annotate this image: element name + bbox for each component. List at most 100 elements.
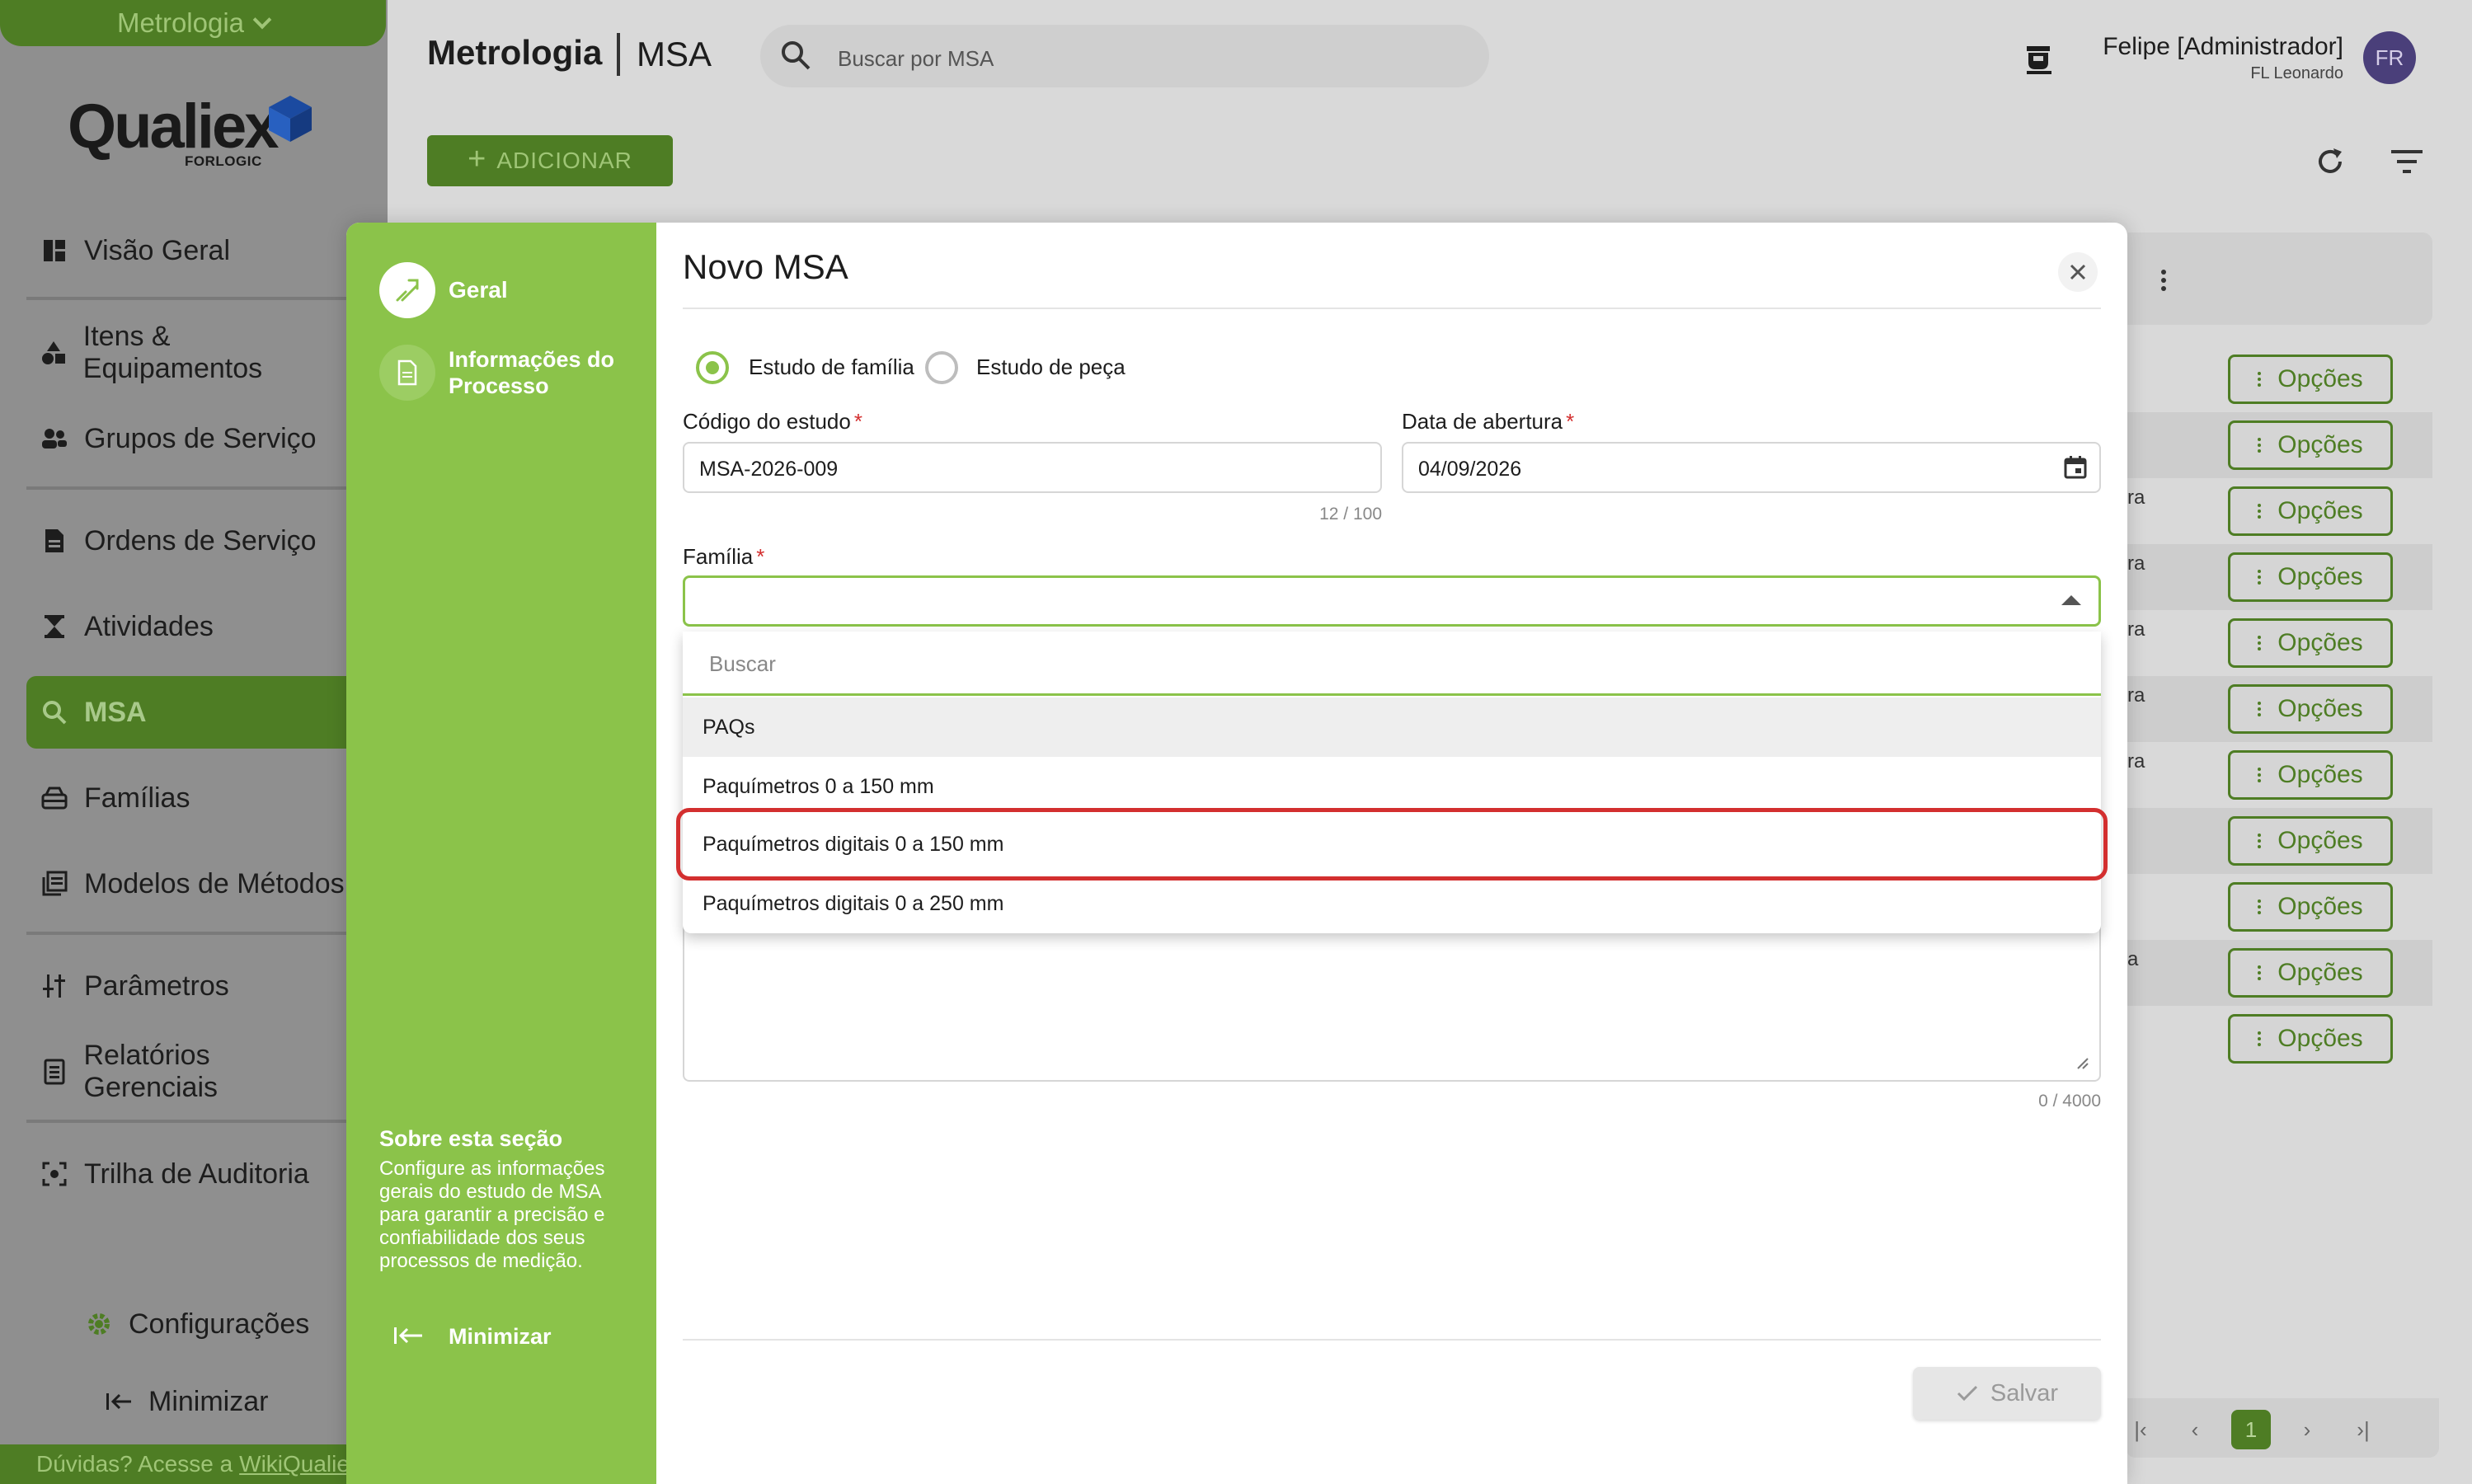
last-page-icon[interactable]: ›| <box>2343 1410 2383 1449</box>
options-button[interactable]: Opções <box>2228 420 2393 470</box>
family-select[interactable] <box>683 575 2101 627</box>
library-icon <box>40 869 69 899</box>
required-mark: * <box>853 409 862 434</box>
required-mark: * <box>1566 409 1575 434</box>
sidebar-item-label: Atividades <box>84 610 214 642</box>
add-button-label: ADICIONAR <box>496 148 632 173</box>
search-input[interactable] <box>836 41 1417 76</box>
divider <box>26 486 348 490</box>
cell-fragment: a <box>2127 948 2139 970</box>
options-label: Opções <box>2277 629 2363 656</box>
help-bar: Dúvidas? Acesse a WikiQualiex <box>0 1444 388 1484</box>
divider <box>683 1339 2101 1341</box>
add-button[interactable]: + ADICIONAR <box>427 135 673 186</box>
sidebar-item-itens-equipamentos[interactable]: Itens & Equipamentos <box>26 317 348 389</box>
divider <box>26 1120 348 1123</box>
cell-fragment: ra <box>2127 486 2145 509</box>
sidebar-item-label: Itens & Equipamentos <box>82 321 263 384</box>
search-icon <box>782 41 811 70</box>
options-button[interactable]: Opções <box>2228 684 2393 734</box>
more-vertical-icon[interactable] <box>2159 269 2169 292</box>
sidebar-item-label: Modelos de Métodos <box>84 867 345 899</box>
sliders-icon <box>40 971 69 1001</box>
refresh-icon[interactable] <box>2312 143 2348 180</box>
sidebar-item-atividades[interactable]: Atividades <box>26 590 348 663</box>
sidebar-item-grupos-servico[interactable]: Grupos de Serviço <box>26 402 348 475</box>
options-button[interactable]: Opções <box>2228 355 2393 404</box>
options-button[interactable]: Opções <box>2228 816 2393 866</box>
options-button[interactable]: Opções <box>2228 618 2393 668</box>
sidebar-item-label: Ordens de Serviço <box>84 524 317 556</box>
more-vertical-icon <box>2258 834 2262 848</box>
resize-grip-icon[interactable] <box>2076 1057 2089 1070</box>
filter-icon[interactable] <box>2390 147 2424 176</box>
breadcrumb-app: Metrologia <box>427 33 603 72</box>
dropdown-option[interactable]: PAQs <box>683 697 2101 757</box>
radio-estudo-peca-label[interactable]: Estudo de peça <box>976 355 1126 380</box>
next-page-icon[interactable]: › <box>2287 1410 2327 1449</box>
step-geral-icon[interactable] <box>379 262 435 318</box>
sidebar-item-familias[interactable]: Famílias <box>26 762 348 834</box>
logo-text: Qualiex <box>68 92 280 162</box>
date-label: Data de abertura * <box>1402 409 1574 434</box>
more-vertical-icon <box>2258 965 2262 980</box>
code-field[interactable] <box>683 442 1382 493</box>
cell-fragment: ra <box>2127 750 2145 773</box>
options-button[interactable]: Opções <box>2228 750 2393 800</box>
about-section-text: Configure as informações gerais do estud… <box>379 1158 605 1272</box>
code-input[interactable] <box>698 457 1258 482</box>
modal-minimize-button[interactable]: Minimizar <box>449 1324 552 1350</box>
save-button[interactable]: Salvar <box>1913 1367 2101 1420</box>
sidebar-item-relatorios[interactable]: Relatórios Gerenciais <box>26 1036 348 1108</box>
options-button[interactable]: Opções <box>2228 552 2393 602</box>
sidebar-item-msa[interactable]: MSA <box>26 676 348 749</box>
dropdown-option[interactable]: Paquímetros digitais 0 a 250 mm <box>683 874 2101 933</box>
sidebar-item-trilha-auditoria[interactable]: Trilha de Auditoria <box>26 1138 348 1210</box>
step-geral[interactable]: Geral <box>449 277 508 303</box>
caret-up-icon[interactable] <box>2061 595 2081 605</box>
close-button[interactable] <box>2058 252 2098 292</box>
avatar[interactable]: FR <box>2363 31 2416 84</box>
sidebar-item-ordens-servico[interactable]: Ordens de Serviço <box>26 505 348 577</box>
breadcrumb-divider <box>617 33 620 76</box>
more-vertical-icon <box>2258 636 2262 650</box>
options-label: Opções <box>2277 827 2363 854</box>
page-number-current[interactable]: 1 <box>2231 1410 2271 1449</box>
logo-cube-icon <box>269 96 312 142</box>
minimize-label: Minimizar <box>148 1385 269 1417</box>
step-informacoes-processo[interactable]: Informações do Processo <box>449 346 638 399</box>
options-button[interactable]: Opções <box>2228 486 2393 536</box>
prev-page-icon[interactable]: ‹ <box>2175 1410 2215 1449</box>
app-switcher[interactable]: Metrologia <box>0 0 386 46</box>
user-name[interactable]: Felipe [Administrador] <box>1995 33 2343 61</box>
radio-estudo-familia-label[interactable]: Estudo de família <box>749 355 914 380</box>
collapse-left-icon[interactable] <box>392 1324 424 1347</box>
sidebar-item-label: Relatórios Gerenciais <box>83 1040 219 1103</box>
help-text: Dúvidas? Acesse a <box>36 1451 233 1477</box>
code-label: Código do estudo * <box>683 409 862 434</box>
more-vertical-icon <box>2258 768 2262 782</box>
sidebar-item-parametros[interactable]: Parâmetros <box>26 950 348 1022</box>
code-label-text: Código do estudo <box>683 409 851 434</box>
sidebar-item-visao-geral[interactable]: Visão Geral <box>26 214 348 287</box>
dropdown-search-input[interactable] <box>707 646 2030 681</box>
calendar-icon[interactable] <box>2063 455 2088 480</box>
radio-estudo-familia[interactable] <box>696 351 729 384</box>
options-label: Opções <box>2277 563 2363 590</box>
radio-estudo-peca[interactable] <box>925 351 958 384</box>
date-field[interactable] <box>1402 442 2101 493</box>
magnifier-icon <box>40 697 69 727</box>
pagination <box>2126 1398 2439 1458</box>
sidebar-item-modelos-metodos[interactable]: Modelos de Métodos <box>26 848 348 920</box>
document-icon[interactable] <box>379 345 435 401</box>
page-title: MSA <box>637 35 712 73</box>
options-button[interactable]: Opções <box>2228 948 2393 998</box>
options-button[interactable]: Opções <box>2228 882 2393 932</box>
options-button[interactable]: Opções <box>2228 1014 2393 1064</box>
more-vertical-icon <box>2258 372 2262 387</box>
more-vertical-icon <box>2258 504 2262 519</box>
wiki-link[interactable]: WikiQualiex <box>239 1451 361 1477</box>
check-icon <box>1957 1385 1977 1402</box>
date-input[interactable] <box>1417 457 1977 482</box>
options-label: Opções <box>2277 959 2363 986</box>
